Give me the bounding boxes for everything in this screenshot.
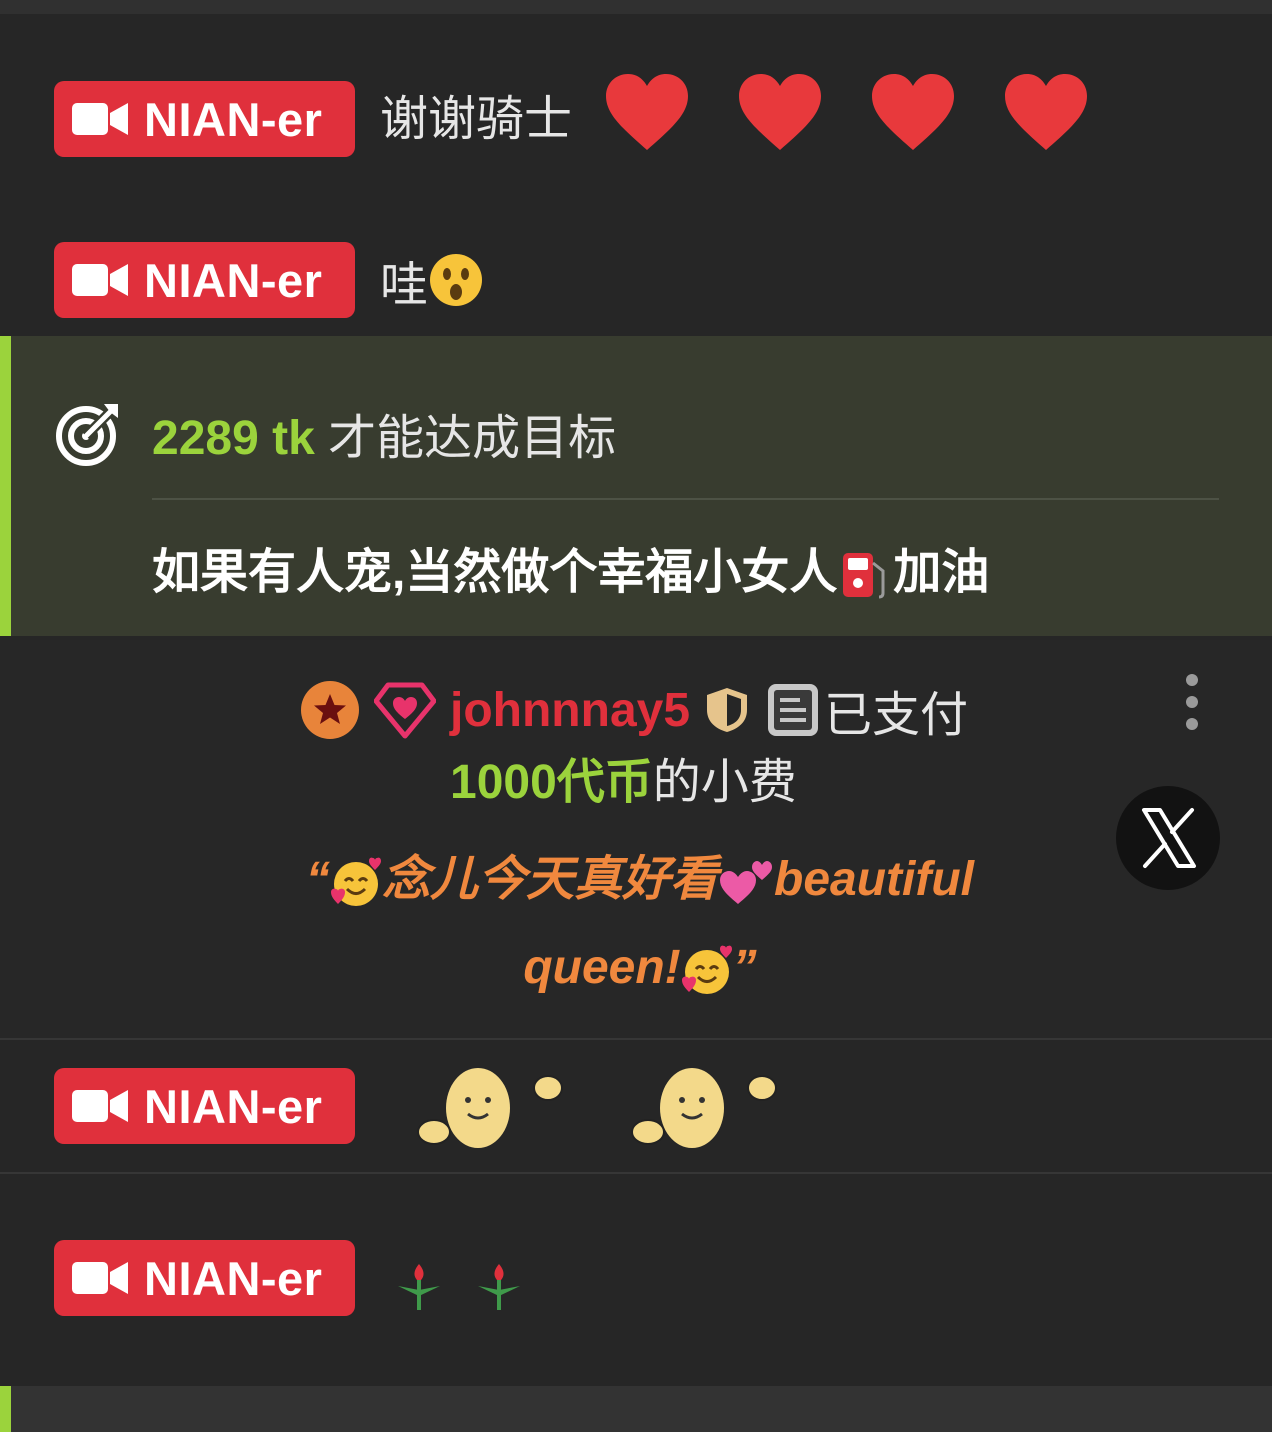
message-stickers: [410, 1056, 794, 1156]
goal-subject-text: 如果有人宠,当然做个幸福小女人: [152, 546, 838, 599]
goal-label: 才能达成目标: [328, 412, 617, 465]
goal-progress-text: 2289 tk 才能达成目标: [152, 398, 616, 468]
heart-icon: [606, 74, 688, 150]
tip-username[interactable]: johnnnay5: [450, 683, 690, 738]
chat-message: NIAN-er 谢谢骑士: [0, 14, 1272, 194]
rose-emoji: [398, 1264, 440, 1310]
more-options-icon[interactable]: [1183, 672, 1201, 732]
next-panel-edge: [0, 1386, 1272, 1432]
video-camera-icon: [72, 264, 128, 296]
quote-part-2: beautiful: [774, 853, 974, 906]
next-panel-accent: [0, 1386, 11, 1432]
waving-egg-sticker: [631, 1068, 777, 1148]
heart-icon: [739, 74, 821, 150]
x-logo-icon: [1142, 808, 1196, 868]
user-badge[interactable]: NIAN-er: [54, 1240, 355, 1316]
smiling-face-with-hearts-emoji: [681, 945, 732, 995]
waving-egg-sticker: [417, 1068, 563, 1148]
top-bar: [0, 0, 1272, 14]
quote-part-1: 念儿今天真好看: [381, 853, 718, 906]
tip-amount: 1000代币: [450, 756, 653, 809]
heart-icon: [872, 74, 954, 150]
rose-emoji: [478, 1264, 520, 1310]
goal-amount: 2289 tk: [152, 412, 315, 465]
quote-close: ”: [732, 941, 757, 994]
username: NIAN-er: [144, 92, 323, 146]
user-badge[interactable]: NIAN-er: [54, 242, 355, 318]
user-badge[interactable]: NIAN-er: [54, 81, 355, 157]
tip-notification: johnnnay5 已支付 1000代币的小费 “ 念儿今天真好看 beauti…: [0, 640, 1272, 1038]
tip-amount-line: 1000代币的小费: [450, 742, 797, 812]
star-badge-icon: [301, 681, 359, 739]
surprised-face-emoji: [430, 254, 483, 306]
message-text: 哇: [380, 250, 484, 312]
video-camera-icon: [72, 103, 128, 135]
tip-paid-text: 已支付: [824, 689, 969, 742]
username: NIAN-er: [144, 253, 323, 307]
tip-amount-suffix: 的小费: [652, 756, 797, 809]
goal-subject: 如果有人宠,当然做个幸福小女人 加油: [152, 532, 989, 603]
username: NIAN-er: [144, 1079, 323, 1133]
shield-icon: [707, 688, 748, 732]
message-text: 谢谢骑士: [380, 93, 573, 146]
quote-open: “: [305, 853, 330, 906]
x-share-button[interactable]: [1116, 786, 1220, 890]
tip-message: “ 念儿今天真好看 beautiful queen! ”: [280, 836, 1000, 1012]
goal-panel: 2289 tk 才能达成目标 如果有人宠,当然做个幸福小女人 加油: [0, 336, 1272, 636]
chat-message: NIAN-er 哇: [0, 194, 1272, 336]
video-camera-icon: [72, 1262, 128, 1294]
quote-part-3: queen!: [523, 941, 681, 994]
message-body: 哇: [380, 259, 429, 312]
message-emojis: [394, 1258, 524, 1314]
goal-accent-bar: [0, 336, 11, 636]
user-badge[interactable]: NIAN-er: [54, 1068, 355, 1144]
video-camera-icon: [72, 1090, 128, 1122]
goal-subject-suffix: 加油: [893, 546, 990, 599]
target-icon: [56, 404, 118, 466]
goal-divider: [152, 498, 1219, 500]
two-hearts-emoji: [720, 861, 772, 905]
chat-message: NIAN-er: [0, 1174, 1272, 1386]
diamond-heart-icon: [374, 682, 436, 739]
smiling-face-with-hearts-emoji: [330, 857, 381, 907]
fuel-pump-emoji: [843, 553, 885, 599]
heart-icon: [1005, 74, 1087, 150]
hearts-group: [604, 72, 1089, 152]
username: NIAN-er: [144, 1251, 323, 1305]
chat-message: NIAN-er: [0, 1040, 1272, 1172]
tip-header: johnnnay5 已支付: [300, 678, 968, 742]
document-icon: [768, 684, 819, 736]
